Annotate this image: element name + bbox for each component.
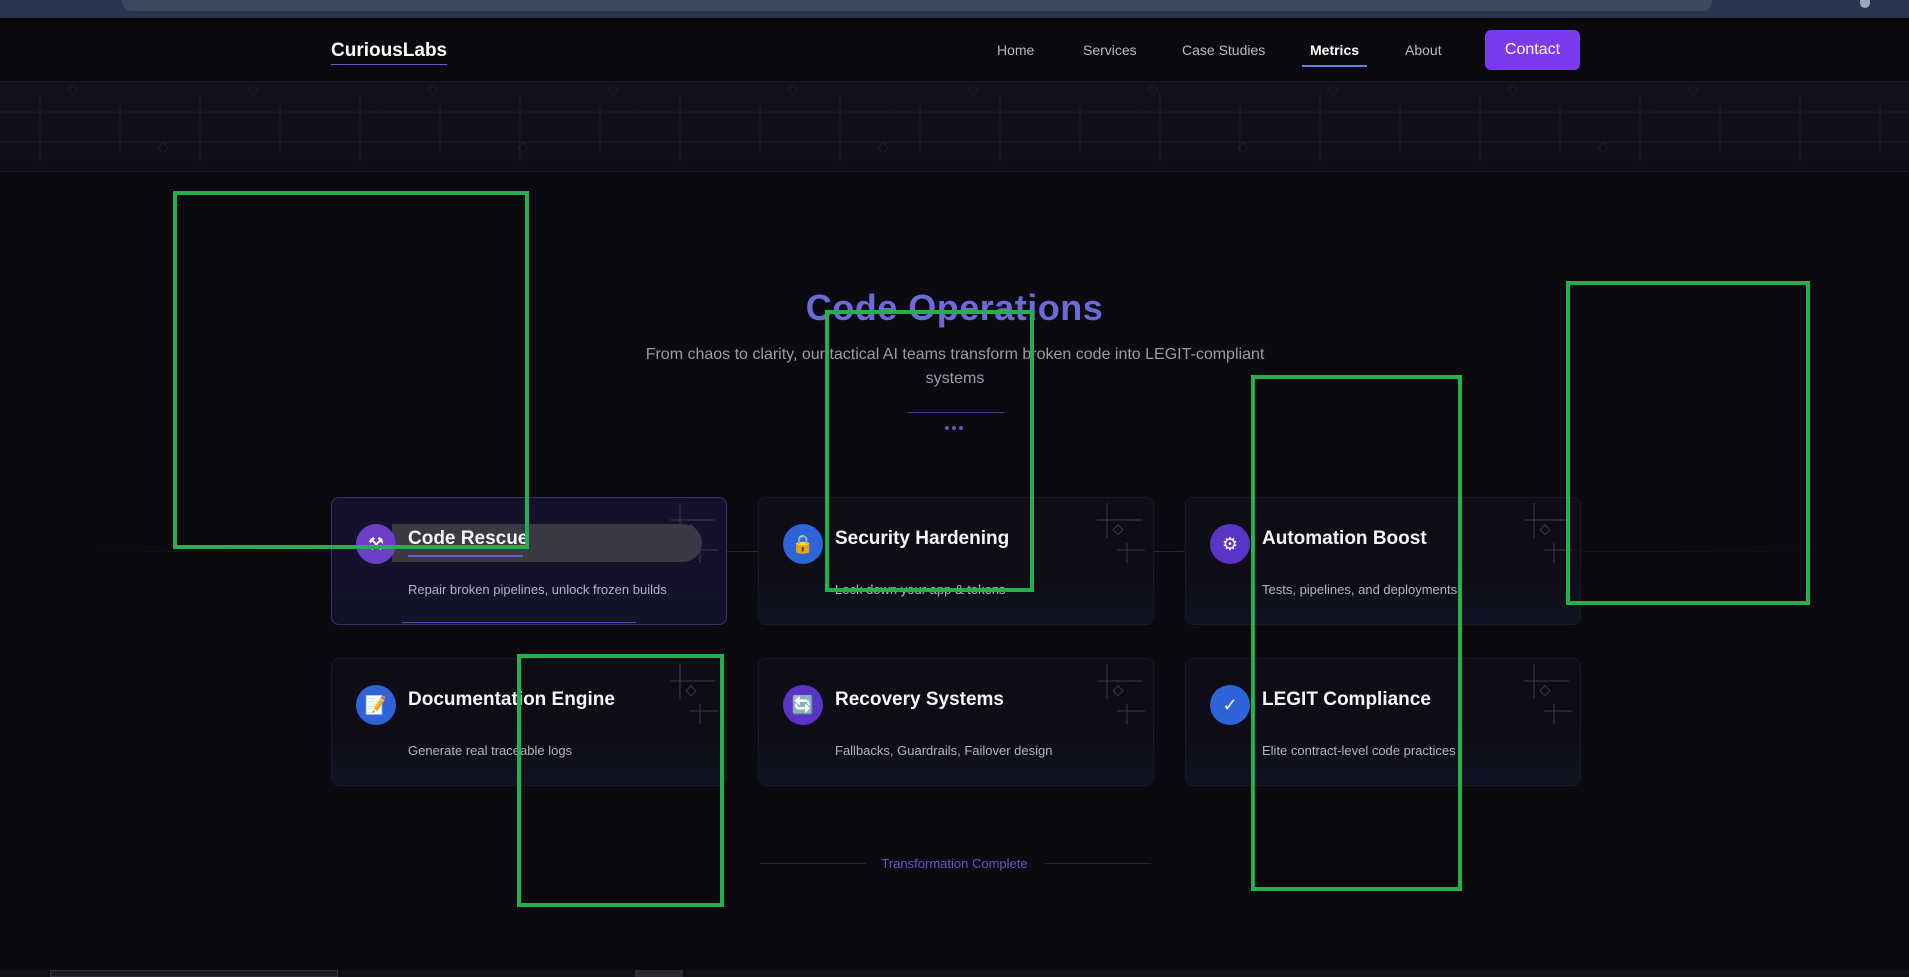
circuit-decoration-icon: [1097, 664, 1145, 724]
annotation-box-4: [1566, 281, 1810, 605]
card-description: Repair broken pipelines, unlock frozen b…: [408, 582, 667, 597]
nav-link-metrics[interactable]: Metrics: [1301, 42, 1368, 67]
scrollbar-thumb[interactable]: [635, 970, 683, 977]
profile-avatar-icon[interactable]: [1860, 0, 1870, 8]
address-bar[interactable]: [122, 0, 1712, 11]
scrollbar-track-segment: [50, 970, 338, 977]
card-title: Recovery Systems: [835, 689, 1004, 710]
site-logo[interactable]: CuriousLabs: [331, 40, 448, 65]
checkmark-icon: ✓: [1210, 685, 1250, 725]
circuit-decoration-icon: [1524, 503, 1572, 563]
nav-link-case-studies[interactable]: Case Studies: [1182, 42, 1265, 58]
contact-button[interactable]: Contact: [1485, 30, 1580, 70]
horizontal-scrollbar[interactable]: [0, 970, 1909, 977]
lock-icon: 🔒: [783, 524, 823, 564]
service-card-recovery-systems[interactable]: 🔄 Recovery Systems Fallbacks, Guardrails…: [758, 658, 1154, 786]
card-description: Fallbacks, Guardrails, Failover design: [835, 743, 1053, 758]
circuit-decoration-icon: [670, 503, 718, 563]
annotation-box-1: [173, 191, 529, 549]
circuit-pattern-graphic: [0, 84, 1909, 162]
refresh-icon: 🔄: [783, 685, 823, 725]
nav-link-home[interactable]: Home: [997, 42, 1034, 58]
circuit-decoration-icon: [1524, 664, 1572, 724]
annotation-box-5: [517, 654, 724, 907]
site-navbar: CuriousLabs Home Services Case Studies M…: [0, 18, 1909, 82]
annotation-box-2: [825, 310, 1034, 592]
transformation-status: Transformation Complete: [881, 856, 1028, 871]
nav-link-about[interactable]: About: [1405, 42, 1442, 58]
document-icon: 📝: [356, 685, 396, 725]
annotation-box-3: [1251, 375, 1462, 891]
browser-toolbar-strip: [0, 0, 1909, 18]
nav-link-services[interactable]: Services: [1083, 42, 1137, 58]
title-underline: [408, 555, 523, 557]
circuit-pattern-band: [0, 82, 1909, 172]
gear-icon: ⚙: [1210, 524, 1250, 564]
circuit-decoration-icon: [1097, 503, 1145, 563]
